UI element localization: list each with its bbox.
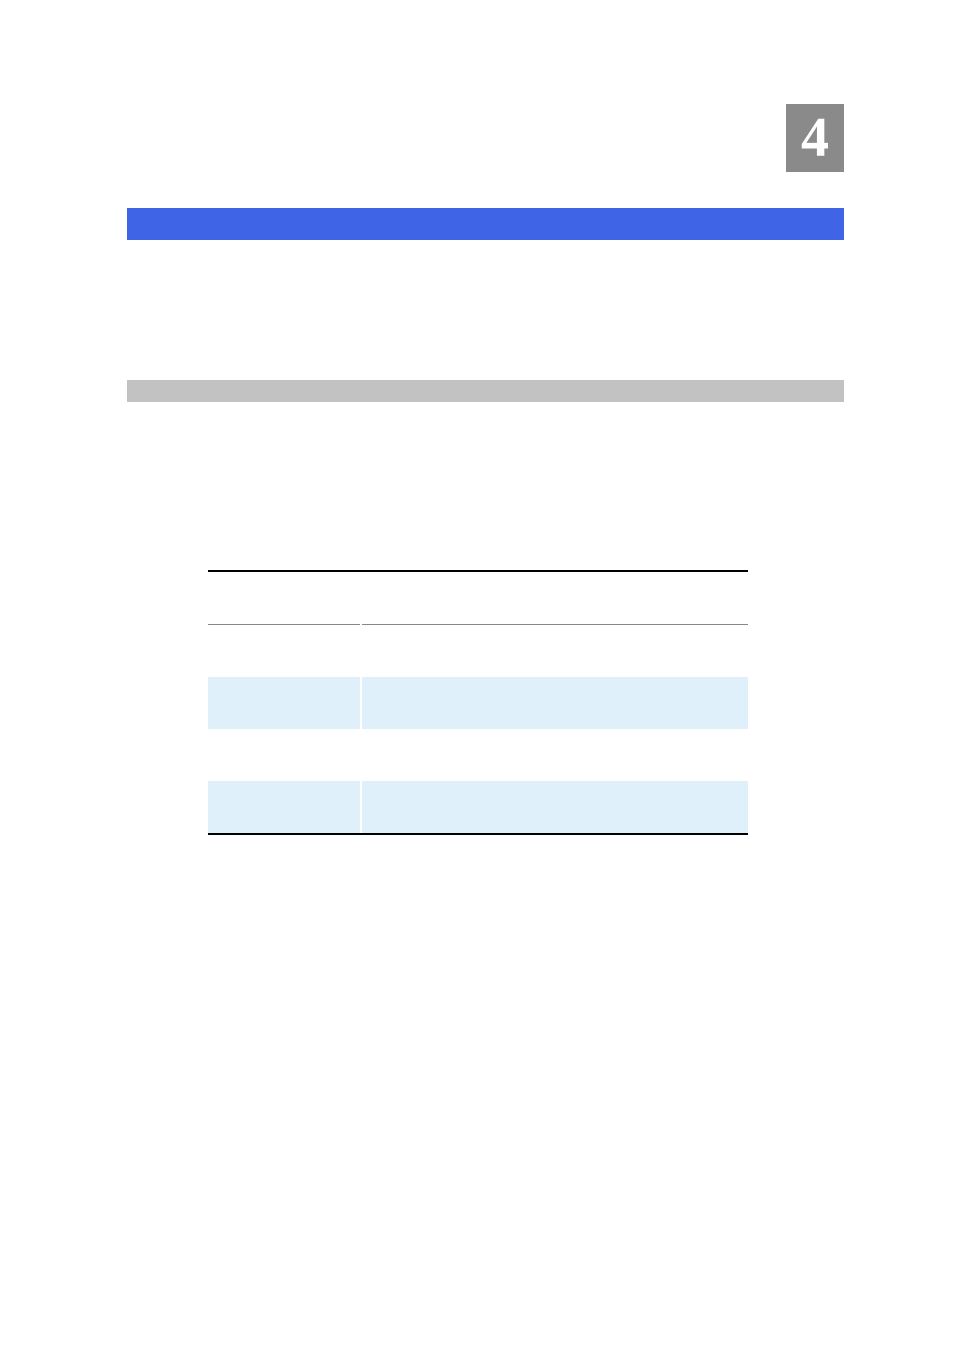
table-header-row	[208, 572, 748, 624]
table-header-cell-2	[360, 572, 748, 624]
table-header-cell-1	[208, 572, 360, 624]
table-row	[208, 677, 748, 729]
table-row	[208, 729, 748, 781]
table-cell	[208, 677, 360, 729]
chapter-title-bar	[127, 208, 844, 240]
table-cell	[208, 729, 360, 781]
chapter-number-box: 4	[786, 104, 844, 172]
table-column-divider	[360, 572, 362, 833]
table-cell	[360, 625, 748, 677]
table-row	[208, 625, 748, 677]
table-cell	[208, 781, 360, 833]
table-container	[208, 570, 748, 835]
table-cell	[360, 781, 748, 833]
chapter-number: 4	[801, 106, 829, 170]
table-cell	[360, 677, 748, 729]
table-row	[208, 781, 748, 833]
table-cell	[360, 729, 748, 781]
table-bottom-border	[208, 833, 748, 835]
table-cell	[208, 625, 360, 677]
section-title-bar	[127, 380, 844, 402]
